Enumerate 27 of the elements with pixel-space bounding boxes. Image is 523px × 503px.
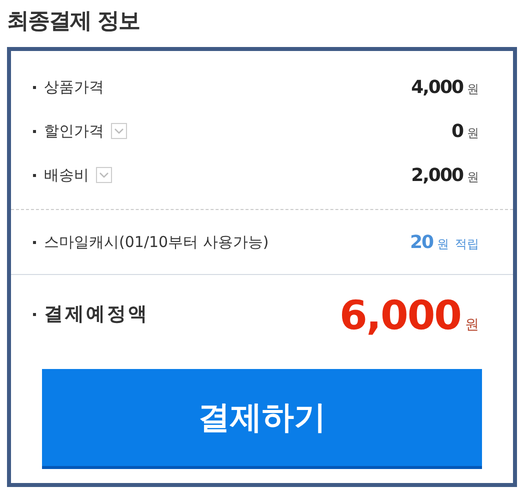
chevron-down-icon xyxy=(113,127,125,135)
points-amount: 20 xyxy=(410,232,433,252)
row-label: 스마일캐시(01/10부터 사용가능) xyxy=(44,232,269,252)
bullet-icon xyxy=(33,86,36,88)
price-amount: 0 xyxy=(451,120,463,142)
total-amount: 6,000 xyxy=(339,293,461,339)
currency-unit: 원 xyxy=(437,236,449,252)
bullet-icon xyxy=(33,240,36,244)
currency-unit: 원 xyxy=(467,124,479,142)
dropdown-toggle[interactable] xyxy=(111,123,127,139)
earn-label: 적립 xyxy=(455,236,479,252)
pay-button[interactable]: 결제하기 xyxy=(42,369,482,469)
row-label: 상품가격 xyxy=(44,78,104,96)
currency-unit: 원 xyxy=(467,80,479,98)
price-amount: 4,000 xyxy=(411,76,463,98)
section-title: 최종결제 정보 xyxy=(6,8,141,36)
row-label: 할인가격 xyxy=(44,122,104,140)
currency-unit: 원 xyxy=(467,168,479,186)
dropdown-toggle[interactable] xyxy=(96,167,112,183)
price-amount: 2,000 xyxy=(411,164,463,186)
bullet-icon xyxy=(33,312,36,316)
row-label: 배송비 xyxy=(44,166,89,184)
bullet-icon xyxy=(33,174,36,176)
bullet-icon xyxy=(33,130,36,132)
currency-unit: 원 xyxy=(465,316,479,334)
total-label: 결제예정액 xyxy=(44,302,149,327)
chevron-down-icon xyxy=(98,171,110,179)
